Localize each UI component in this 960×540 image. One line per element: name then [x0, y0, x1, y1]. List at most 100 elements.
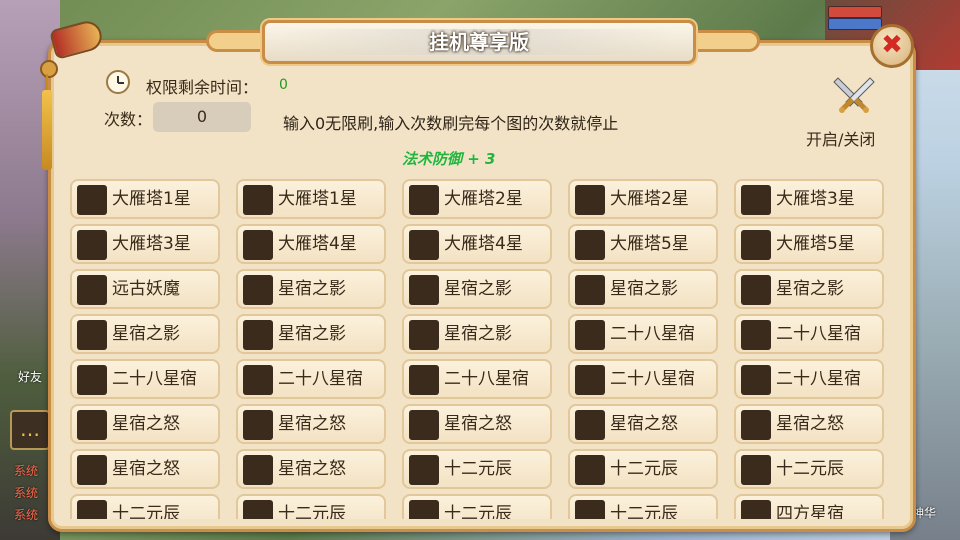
map-option-label: 星宿之怒 [444, 414, 512, 434]
map-option[interactable]: 星宿之影 [236, 314, 386, 354]
map-option-checkbox[interactable] [575, 275, 605, 305]
map-option[interactable]: 二十八星宿 [402, 359, 552, 399]
map-option[interactable]: 星宿之影 [568, 269, 718, 309]
map-option-label: 星宿之怒 [278, 414, 346, 434]
map-option-checkbox[interactable] [77, 185, 107, 215]
map-option-checkbox[interactable] [77, 410, 107, 440]
map-option-checkbox[interactable] [575, 500, 605, 519]
map-option[interactable]: 四方星宿 [734, 494, 884, 519]
map-option[interactable]: 十二元辰 [70, 494, 220, 519]
map-option-label: 远古妖魔 [112, 279, 180, 299]
map-option-checkbox[interactable] [409, 365, 439, 395]
crossed-swords-icon[interactable] [832, 74, 876, 114]
map-option-checkbox[interactable] [243, 275, 273, 305]
map-option[interactable]: 星宿之怒 [236, 404, 386, 444]
map-option-checkbox[interactable] [409, 275, 439, 305]
map-option[interactable]: 大雁塔1星 [70, 179, 220, 219]
map-option-checkbox[interactable] [575, 455, 605, 485]
map-option[interactable]: 大雁塔1星 [236, 179, 386, 219]
map-option-checkbox[interactable] [575, 230, 605, 260]
toggle-on-off-button[interactable]: 开启/关闭 [806, 126, 875, 150]
map-option-checkbox[interactable] [575, 320, 605, 350]
map-option[interactable]: 星宿之怒 [236, 449, 386, 489]
map-option[interactable]: 大雁塔5星 [568, 224, 718, 264]
map-option-checkbox[interactable] [243, 320, 273, 350]
map-option-checkbox[interactable] [77, 320, 107, 350]
map-option[interactable]: 十二元辰 [734, 449, 884, 489]
map-option[interactable]: 大雁塔4星 [402, 224, 552, 264]
map-option[interactable]: 二十八星宿 [568, 314, 718, 354]
map-option-checkbox[interactable] [243, 365, 273, 395]
map-option-checkbox[interactable] [741, 455, 771, 485]
map-option-checkbox[interactable] [741, 410, 771, 440]
map-option[interactable]: 星宿之怒 [402, 404, 552, 444]
map-option-label: 十二元辰 [444, 504, 512, 519]
map-option[interactable]: 大雁塔5星 [734, 224, 884, 264]
friends-label[interactable]: 好友 [18, 368, 42, 385]
count-input[interactable]: 0 [153, 102, 251, 132]
map-option-checkbox[interactable] [741, 365, 771, 395]
map-option[interactable]: 十二元辰 [568, 449, 718, 489]
map-option-checkbox[interactable] [243, 410, 273, 440]
map-option-label: 星宿之影 [278, 324, 346, 344]
map-option[interactable]: 星宿之影 [402, 269, 552, 309]
map-option-checkbox[interactable] [409, 320, 439, 350]
map-option[interactable]: 二十八星宿 [734, 359, 884, 399]
map-option[interactable]: 十二元辰 [402, 449, 552, 489]
map-option-checkbox[interactable] [409, 230, 439, 260]
map-option-checkbox[interactable] [409, 410, 439, 440]
map-option-label: 大雁塔2星 [444, 189, 523, 209]
map-option[interactable]: 远古妖魔 [70, 269, 220, 309]
map-option[interactable]: 二十八星宿 [568, 359, 718, 399]
map-option[interactable]: 星宿之影 [70, 314, 220, 354]
close-button[interactable]: ✖ [870, 24, 914, 68]
map-option[interactable]: 十二元辰 [568, 494, 718, 519]
map-option-label: 大雁塔4星 [444, 234, 523, 254]
map-option[interactable]: 星宿之怒 [70, 404, 220, 444]
map-option-checkbox[interactable] [77, 500, 107, 519]
map-option[interactable]: 星宿之影 [734, 269, 884, 309]
chat-icon[interactable]: … [10, 410, 50, 450]
map-option[interactable]: 十二元辰 [402, 494, 552, 519]
map-option[interactable]: 二十八星宿 [734, 314, 884, 354]
map-option-checkbox[interactable] [77, 455, 107, 485]
map-option-checkbox[interactable] [575, 410, 605, 440]
map-option-checkbox[interactable] [409, 455, 439, 485]
map-option[interactable]: 大雁塔4星 [236, 224, 386, 264]
map-option[interactable]: 星宿之怒 [568, 404, 718, 444]
map-option-label: 二十八星宿 [776, 324, 861, 344]
map-option-checkbox[interactable] [77, 365, 107, 395]
map-option-checkbox[interactable] [741, 185, 771, 215]
map-option[interactable]: 星宿之影 [236, 269, 386, 309]
map-option-checkbox[interactable] [741, 500, 771, 519]
map-option[interactable]: 二十八星宿 [236, 359, 386, 399]
clock-icon [106, 70, 130, 94]
map-option[interactable]: 大雁塔2星 [568, 179, 718, 219]
map-selection-grid: 大雁塔1星 大雁塔1星 大雁塔2星 大雁塔2星 大雁塔3星 大雁塔3星 大雁塔4星 大雁塔4星… [70, 179, 890, 519]
map-option[interactable]: 星宿之怒 [734, 404, 884, 444]
map-option-checkbox[interactable] [243, 455, 273, 485]
map-option-checkbox[interactable] [243, 185, 273, 215]
map-option-label: 星宿之怒 [112, 459, 180, 479]
map-option[interactable]: 星宿之影 [402, 314, 552, 354]
map-option-checkbox[interactable] [741, 275, 771, 305]
map-option-checkbox[interactable] [243, 230, 273, 260]
map-option-checkbox[interactable] [409, 500, 439, 519]
map-option-checkbox[interactable] [575, 365, 605, 395]
map-option-checkbox[interactable] [77, 275, 107, 305]
hp-bar [828, 6, 882, 18]
map-option-checkbox[interactable] [243, 500, 273, 519]
map-option[interactable]: 大雁塔2星 [402, 179, 552, 219]
map-option[interactable]: 星宿之怒 [70, 449, 220, 489]
map-option-checkbox[interactable] [575, 185, 605, 215]
map-option[interactable]: 大雁塔3星 [734, 179, 884, 219]
map-option-checkbox[interactable] [741, 230, 771, 260]
map-option-label: 四方星宿 [776, 504, 844, 519]
map-option-checkbox[interactable] [77, 230, 107, 260]
map-option-checkbox[interactable] [409, 185, 439, 215]
map-option[interactable]: 二十八星宿 [70, 359, 220, 399]
map-option[interactable]: 大雁塔3星 [70, 224, 220, 264]
map-option-label: 星宿之影 [112, 324, 180, 344]
map-option-checkbox[interactable] [741, 320, 771, 350]
map-option[interactable]: 十二元辰 [236, 494, 386, 519]
